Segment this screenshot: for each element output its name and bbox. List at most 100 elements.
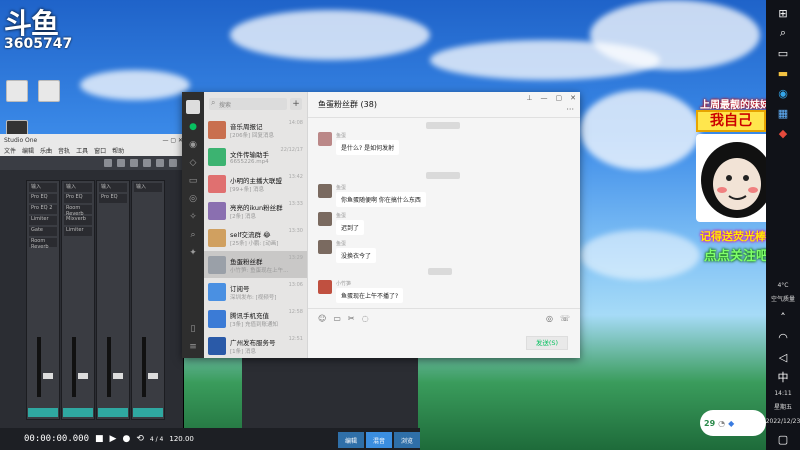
paint-tool-icon[interactable] xyxy=(156,159,164,167)
list-item[interactable]: 订阅号 深圳发布: [视频号] 13:06 xyxy=(204,278,307,305)
desktop-icon[interactable] xyxy=(6,80,28,102)
system-widget[interactable]: 29 ◔ ◆ xyxy=(700,410,766,436)
avatar[interactable] xyxy=(186,100,200,114)
chat-icon[interactable]: ● xyxy=(188,122,198,132)
menu-icon[interactable]: ≡ xyxy=(188,342,198,352)
split-tool-icon[interactable] xyxy=(130,159,138,167)
list-item[interactable]: 文件传输助手 6655226.mp4 22/12/17 xyxy=(204,143,307,170)
volume-fader[interactable] xyxy=(78,373,88,379)
list-item[interactable]: 小明的主播大联盟 [99+条] 消息 13:42 xyxy=(204,170,307,197)
insert-slot[interactable]: 输入 xyxy=(29,183,57,192)
explorer-icon[interactable]: ▬ xyxy=(776,66,790,80)
message-bubble[interactable]: 你鱼蛋随便啊 你在搞什么东西 xyxy=(336,192,426,207)
avatar[interactable] xyxy=(318,132,332,146)
message-input[interactable]: 发送(S) xyxy=(308,328,580,358)
volume-icon[interactable]: ◁ xyxy=(776,350,790,364)
mix-button[interactable]: 混音 xyxy=(366,432,393,448)
wifi-icon[interactable]: ◠ xyxy=(776,330,790,344)
browse-button[interactable]: 浏览 xyxy=(394,432,421,448)
mute-tool-icon[interactable] xyxy=(169,159,177,167)
add-icon[interactable]: + xyxy=(290,98,302,110)
menu-tools[interactable]: 工具 xyxy=(76,146,88,156)
menu-help[interactable]: 帮助 xyxy=(112,146,124,156)
close-icon[interactable]: ✕ xyxy=(570,94,576,102)
loop-icon[interactable]: ⟲ xyxy=(136,434,144,444)
channels-icon[interactable]: ✧ xyxy=(188,212,198,222)
ime-icon[interactable]: 中 xyxy=(776,370,790,384)
voice-call-icon[interactable]: ◎ xyxy=(546,314,553,323)
send-button[interactable]: 发送(S) xyxy=(526,336,568,350)
edge-icon[interactable]: ◉ xyxy=(776,86,790,100)
insert-slot[interactable]: Mixverb xyxy=(64,216,92,225)
edit-button[interactable]: 编辑 xyxy=(338,432,365,448)
insert-slot[interactable]: Gate xyxy=(29,227,57,236)
list-item[interactable]: 音乐周报记 [206条] 回复消息 14:08 xyxy=(204,116,307,143)
insert-slot[interactable]: 输入 xyxy=(134,183,162,192)
insert-slot[interactable]: Pro EQ xyxy=(29,194,57,203)
tempo[interactable]: 120.00 xyxy=(169,435,194,443)
emoji-icon[interactable]: ☺ xyxy=(318,314,326,323)
mixer-channel[interactable]: 输入 Pro EQ xyxy=(96,180,130,420)
search-input[interactable]: 搜索 xyxy=(209,98,287,110)
more-icon[interactable]: ··· xyxy=(566,105,574,114)
insert-slot[interactable]: Pro EQ 2 xyxy=(29,205,57,214)
insert-slot[interactable]: 输入 xyxy=(99,183,127,192)
message-bubble[interactable]: 鱼蛋现在上午不播了? xyxy=(336,288,404,303)
contacts-icon[interactable]: ◉ xyxy=(188,140,198,150)
list-item[interactable]: self交流群 😂 [25条] 小鹏: [动画] 13:30 xyxy=(204,224,307,251)
clock-time[interactable]: 14:11 xyxy=(774,390,791,398)
message-bubble[interactable]: 是什么? 是如何发射 xyxy=(336,140,400,155)
insert-slot[interactable]: Limiter xyxy=(64,227,92,236)
moments-icon[interactable]: ◎ xyxy=(188,194,198,204)
insert-slot[interactable]: Room Reverb xyxy=(29,238,57,250)
play-icon[interactable]: ▶ xyxy=(110,434,117,444)
insert-slot[interactable]: Pro EQ xyxy=(99,194,127,203)
avatar[interactable] xyxy=(318,212,332,226)
store-icon[interactable]: ▦ xyxy=(776,106,790,120)
maximize-icon[interactable]: ▢ xyxy=(556,94,563,102)
mixer-channel[interactable]: 输入 Pro EQ Room Reverb Mixverb Limiter xyxy=(61,180,95,420)
chat-history-icon[interactable]: ◌ xyxy=(362,314,369,323)
insert-slot[interactable]: Room Reverb xyxy=(64,205,92,217)
menu-file[interactable]: 文件 xyxy=(4,146,16,156)
avatar[interactable] xyxy=(318,280,332,294)
search-icon[interactable]: ⌕ xyxy=(776,26,790,40)
volume-fader[interactable] xyxy=(113,373,123,379)
range-tool-icon[interactable] xyxy=(117,159,125,167)
minimize-icon[interactable]: — xyxy=(541,94,548,102)
notification-icon[interactable]: ▢ xyxy=(776,432,790,446)
message-bubble[interactable]: 没换衣今了 xyxy=(336,248,377,263)
mixer-channel[interactable]: 输入 xyxy=(131,180,165,420)
windows-start-icon[interactable]: ⊞ xyxy=(776,6,790,20)
mixer-channel[interactable]: 输入 Pro EQ Pro EQ 2 Limiter Gate Room Rev… xyxy=(26,180,60,420)
avatar[interactable] xyxy=(318,184,332,198)
chevron-up-icon[interactable]: ˄ xyxy=(776,310,790,324)
list-item[interactable]: 腾讯手机充值 [3条] 充值到账通知 12:58 xyxy=(204,305,307,332)
miniprogram-icon[interactable]: ✦ xyxy=(188,248,198,258)
insert-slot[interactable]: Limiter xyxy=(29,216,57,225)
menu-edit[interactable]: 编辑 xyxy=(22,146,34,156)
list-item[interactable]: 亮亮的ikun粉丝群 [2条] 消息 13:33 xyxy=(204,197,307,224)
avatar[interactable] xyxy=(318,240,332,254)
insert-slot[interactable]: 输入 xyxy=(64,183,92,192)
folder-icon[interactable]: ▭ xyxy=(333,314,341,323)
volume-fader[interactable] xyxy=(43,373,53,379)
list-item[interactable]: 广州发布服务号 [1条] 消息 12:51 xyxy=(204,332,307,359)
app-icon[interactable]: ◆ xyxy=(776,126,790,140)
phone-icon[interactable]: ▯ xyxy=(188,324,198,334)
favorites-icon[interactable]: ◇ xyxy=(188,158,198,168)
taskview-icon[interactable]: ▭ xyxy=(776,46,790,60)
stop-icon[interactable]: ■ xyxy=(95,434,104,444)
search-icon[interactable]: ⌕ xyxy=(188,230,198,240)
video-call-icon[interactable]: ☏ xyxy=(560,314,570,323)
desktop-icon[interactable] xyxy=(38,80,60,102)
volume-fader[interactable] xyxy=(148,373,158,379)
insert-slot[interactable]: Pro EQ xyxy=(64,194,92,203)
folder-icon[interactable]: ▭ xyxy=(188,176,198,186)
weather-temp[interactable]: 4°C xyxy=(777,282,788,290)
record-icon[interactable]: ● xyxy=(122,434,130,444)
eraser-tool-icon[interactable] xyxy=(143,159,151,167)
scissors-icon[interactable]: ✂ xyxy=(348,314,355,323)
message-bubble[interactable]: 迟到了 xyxy=(336,220,365,235)
menu-window[interactable]: 窗口 xyxy=(94,146,106,156)
